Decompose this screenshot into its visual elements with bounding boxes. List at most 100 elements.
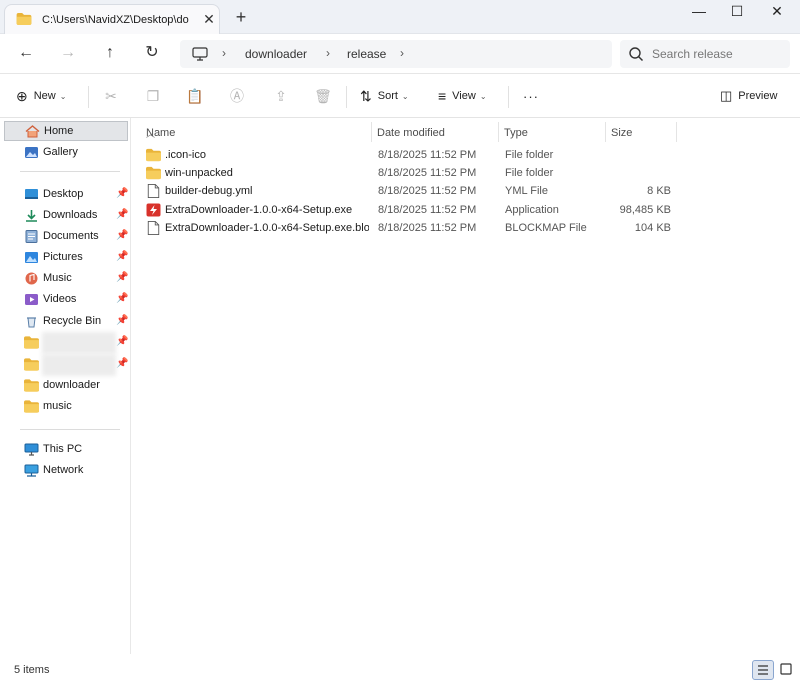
file-name: ExtraDownloader-1.0.0-x64-Setup.exe — [165, 204, 353, 216]
document-icon — [146, 221, 161, 235]
chevron-down-icon: ⌄ — [479, 91, 487, 101]
sidebar-item-this-pc[interactable]: This PC — [4, 440, 128, 460]
sidebar-label: Home — [44, 125, 74, 137]
breadcrumb-separator: › — [222, 46, 226, 60]
pin-icon: 📌 — [116, 272, 129, 283]
breadcrumb[interactable]: › downloader › release › — [180, 40, 612, 68]
sidebar-label: Downloads — [43, 209, 98, 221]
tab-close-button[interactable]: ✕ — [201, 11, 217, 27]
file-date: 8/18/2025 11:52 PM — [378, 204, 477, 216]
copy-icon[interactable]: ❐ — [144, 87, 162, 105]
search-input[interactable] — [652, 45, 782, 63]
file-date: 8/18/2025 11:52 PM — [378, 185, 477, 197]
sort-button[interactable]: ⇅ Sort ⌄ — [360, 86, 409, 106]
application-icon — [146, 203, 161, 217]
sidebar-item-recycle-bin[interactable]: Recycle Bin 📌 — [4, 312, 128, 332]
command-bar: ⊕ New ⌄ ✂ ❐ 📋 Ⓐ ⇪ 🗑 ⇅ Sort ⌄ ≡ View ⌄ ··… — [0, 74, 800, 118]
maximize-button[interactable]: ☐ — [724, 2, 750, 20]
breadcrumb-separator: › — [326, 46, 330, 60]
table-row[interactable]: ExtraDownloader-1.0.0-x64-Setup.exe.blo.… — [142, 219, 682, 237]
title-bar: C:\Users\NavidXZ\Desktop\do ✕ + — ☐ ✕ — [0, 0, 800, 34]
computer-icon — [24, 443, 39, 456]
file-name: builder-debug.yml — [165, 185, 253, 197]
column-header-type[interactable]: Type — [500, 122, 606, 142]
sidebar-item-documents[interactable]: Documents 📌 — [4, 227, 128, 247]
item-count: 5 items — [14, 664, 50, 676]
column-label: Type — [504, 127, 528, 139]
sidebar-item-desktop[interactable]: Desktop 📌 — [4, 185, 128, 205]
minimize-button[interactable]: — — [686, 2, 712, 20]
tiles-view-icon — [780, 663, 792, 675]
more-options-button[interactable]: ··· — [523, 86, 539, 106]
file-date: 8/18/2025 11:52 PM — [378, 149, 477, 161]
table-row[interactable]: .icon-ico 8/18/2025 11:52 PM File folder — [142, 146, 682, 164]
paste-icon[interactable]: 📋 — [186, 87, 204, 105]
back-button[interactable]: ← — [16, 43, 36, 63]
pin-icon: 📌 — [116, 209, 129, 220]
sidebar-item-pictures[interactable]: Pictures 📌 — [4, 248, 128, 268]
view-label: View — [452, 90, 476, 102]
pin-icon: 📌 — [116, 336, 129, 347]
network-icon — [24, 464, 39, 477]
tab-title: C:\Users\NavidXZ\Desktop\do — [42, 14, 189, 26]
divider — [20, 429, 120, 430]
sidebar-label: Pictures — [43, 251, 83, 263]
sidebar-item-network[interactable]: Network — [4, 461, 128, 481]
table-row[interactable]: ExtraDownloader-1.0.0-x64-Setup.exe 8/18… — [142, 201, 682, 219]
sidebar-item-downloads[interactable]: Downloads 📌 — [4, 206, 128, 226]
delete-icon[interactable]: 🗑 — [314, 87, 332, 105]
preview-label: Preview — [738, 90, 778, 102]
details-view-button[interactable] — [752, 660, 774, 680]
tab-current[interactable]: C:\Users\NavidXZ\Desktop\do ✕ — [4, 4, 220, 34]
sidebar-item-videos[interactable]: Videos 📌 — [4, 290, 128, 310]
chevron-down-icon: ⌄ — [59, 91, 67, 101]
pin-icon: 📌 — [116, 293, 129, 304]
sidebar-item-downloader[interactable]: downloader — [4, 376, 128, 396]
file-name: ExtraDownloader-1.0.0-x64-Setup.exe.blo.… — [165, 222, 369, 234]
file-date: 8/18/2025 11:52 PM — [378, 167, 477, 179]
sidebar-item-music[interactable]: Music 📌 — [4, 269, 128, 289]
sidebar-item-music-folder[interactable]: music — [4, 397, 128, 417]
address-bar: ← → ↑ ↻ › downloader › release › — [0, 34, 800, 74]
new-label: New — [33, 90, 56, 102]
up-button[interactable]: ↑ — [100, 43, 120, 63]
cut-icon[interactable]: ✂ — [102, 87, 120, 105]
preview-button[interactable]: ◫ Preview — [720, 86, 777, 106]
refresh-button[interactable]: ↻ — [142, 43, 162, 63]
folder-icon — [24, 336, 39, 349]
videos-icon — [25, 294, 38, 305]
search-box[interactable] — [620, 40, 790, 68]
sidebar-item-home[interactable]: Home — [4, 121, 128, 141]
home-icon — [25, 125, 40, 138]
breadcrumb-release[interactable]: release — [347, 47, 386, 61]
documents-icon — [25, 230, 38, 243]
table-row[interactable]: win-unpacked 8/18/2025 11:52 PM File fol… — [142, 164, 682, 182]
preview-pane-icon: ◫ — [720, 88, 733, 103]
breadcrumb-downloader[interactable]: downloader — [245, 47, 307, 61]
column-label: Date modified — [377, 127, 445, 139]
sidebar-item-gallery[interactable]: Gallery — [4, 143, 128, 163]
share-icon[interactable]: ⇪ — [272, 87, 290, 105]
document-icon — [146, 184, 161, 198]
divider — [508, 86, 509, 108]
sort-ascending-icon: ︿ — [146, 129, 156, 139]
new-button[interactable]: ⊕ New ⌄ — [16, 86, 66, 106]
column-header-name[interactable]: Name ︿ — [142, 122, 372, 142]
view-button[interactable]: ≡ View ⌄ — [438, 86, 487, 106]
new-tab-button[interactable]: + — [232, 8, 250, 26]
column-header-date[interactable]: Date modified — [373, 122, 499, 142]
breadcrumb-separator: › — [400, 46, 404, 60]
pin-icon: 📌 — [116, 315, 129, 326]
folder-icon — [146, 148, 161, 162]
pin-icon: 📌 — [116, 358, 129, 369]
tiles-view-button[interactable] — [776, 660, 798, 680]
rename-icon[interactable]: Ⓐ — [228, 87, 246, 105]
sidebar-label: downloader — [43, 379, 100, 391]
file-type: Application — [505, 204, 559, 216]
table-row[interactable]: builder-debug.yml 8/18/2025 11:52 PM YML… — [142, 182, 682, 200]
column-header-size[interactable]: Size — [607, 122, 677, 142]
forward-button[interactable]: → — [58, 43, 78, 63]
folder-icon — [24, 379, 39, 392]
file-name: .icon-ico — [165, 149, 206, 161]
close-window-button[interactable]: ✕ — [764, 2, 790, 20]
